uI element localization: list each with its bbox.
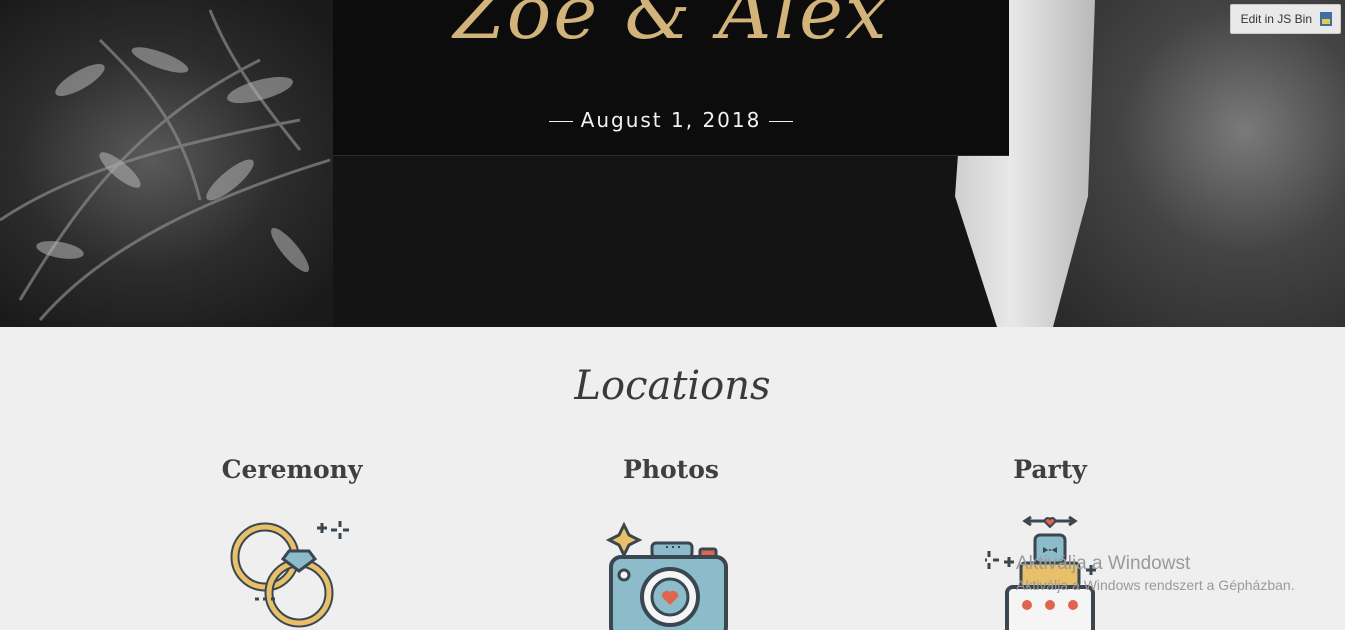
wedding-date-text: August 1, 2018 — [580, 108, 762, 132]
location-party: Party — [900, 455, 1200, 630]
locations-title: Locations — [574, 363, 771, 409]
couple-title: Zoe & Alex — [453, 0, 889, 56]
photos-title: Photos — [623, 455, 719, 484]
location-ceremony: Ceremony — [142, 455, 442, 628]
party-title: Party — [1013, 455, 1087, 484]
edit-in-jsbin-label: Edit in JS Bin — [1240, 12, 1312, 26]
cake-icon — [900, 513, 1200, 630]
rings-icon — [142, 513, 442, 630]
dash-right — [769, 121, 794, 122]
location-photos: Photos — [521, 455, 821, 630]
wedding-date: August 1, 2018 — [333, 108, 1009, 132]
camera-icon — [521, 513, 821, 630]
locations-section: Locations Ceremony Photos Party — [0, 327, 1345, 630]
jsbin-icon — [1320, 12, 1332, 26]
hero-banner: Zoe & Alex August 1, 2018 — [0, 0, 1345, 327]
edit-in-jsbin-button[interactable]: Edit in JS Bin — [1229, 4, 1341, 34]
dash-left — [548, 121, 573, 122]
ceremony-title: Ceremony — [221, 455, 363, 484]
